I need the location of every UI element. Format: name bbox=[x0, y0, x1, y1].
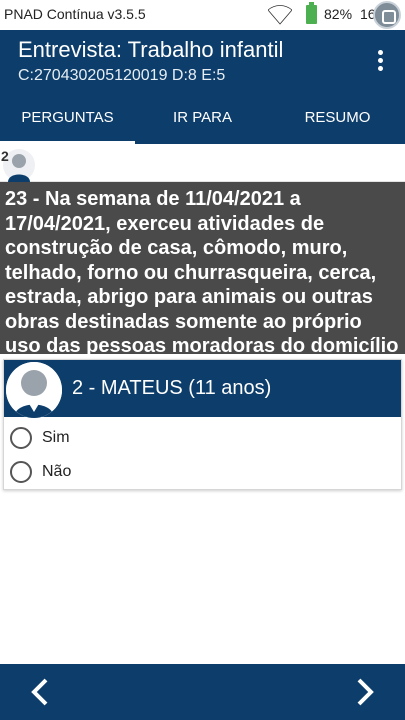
overflow-menu-icon[interactable] bbox=[374, 50, 386, 72]
status-bar: PNAD Contínua v3.5.5 82% 16:53 bbox=[0, 0, 405, 30]
option-nao[interactable]: Não bbox=[10, 459, 390, 487]
chevron-left-icon[interactable] bbox=[20, 674, 60, 710]
option-label: Não bbox=[42, 463, 72, 480]
tab-perguntas[interactable]: PERGUNTAS bbox=[0, 92, 135, 144]
person-name: 2 - MATEUS (11 anos) bbox=[72, 377, 272, 399]
avatar bbox=[6, 362, 62, 418]
radio-button[interactable] bbox=[10, 461, 32, 483]
option-sim[interactable]: Sim bbox=[10, 425, 390, 453]
tab-resumo[interactable]: RESUMO bbox=[270, 92, 405, 144]
bottom-nav-bar bbox=[0, 664, 405, 720]
question-text: 23 - Na semana de 11/04/2021 a 17/04/202… bbox=[0, 182, 405, 382]
person-strip: 2 bbox=[0, 144, 405, 182]
battery-percent: 82% bbox=[324, 6, 353, 22]
interview-code: C:270430205120019 D:8 E:5 bbox=[18, 67, 226, 84]
page-title: Entrevista: Trabalho infantil bbox=[18, 37, 284, 62]
radio-button[interactable] bbox=[10, 427, 32, 449]
option-label: Sim bbox=[42, 429, 70, 446]
app-bar: Entrevista: Trabalho infantil C:27043020… bbox=[0, 30, 405, 92]
battery-icon bbox=[306, 2, 317, 24]
person-answer-card: 2 - MATEUS (11 anos) Sim Não bbox=[3, 359, 402, 490]
screen-record-icon[interactable] bbox=[373, 1, 401, 29]
wifi-icon bbox=[267, 5, 293, 28]
tab-ir-para[interactable]: IR PARA bbox=[135, 92, 270, 144]
chevron-right-icon[interactable] bbox=[345, 674, 385, 710]
person-number: 2 bbox=[1, 148, 9, 164]
person-card-header: 2 - MATEUS (11 anos) bbox=[4, 360, 401, 418]
status-app-name: PNAD Contínua v3.5.5 bbox=[4, 6, 146, 22]
tab-bar: PERGUNTAS IR PARA RESUMO bbox=[0, 92, 405, 144]
